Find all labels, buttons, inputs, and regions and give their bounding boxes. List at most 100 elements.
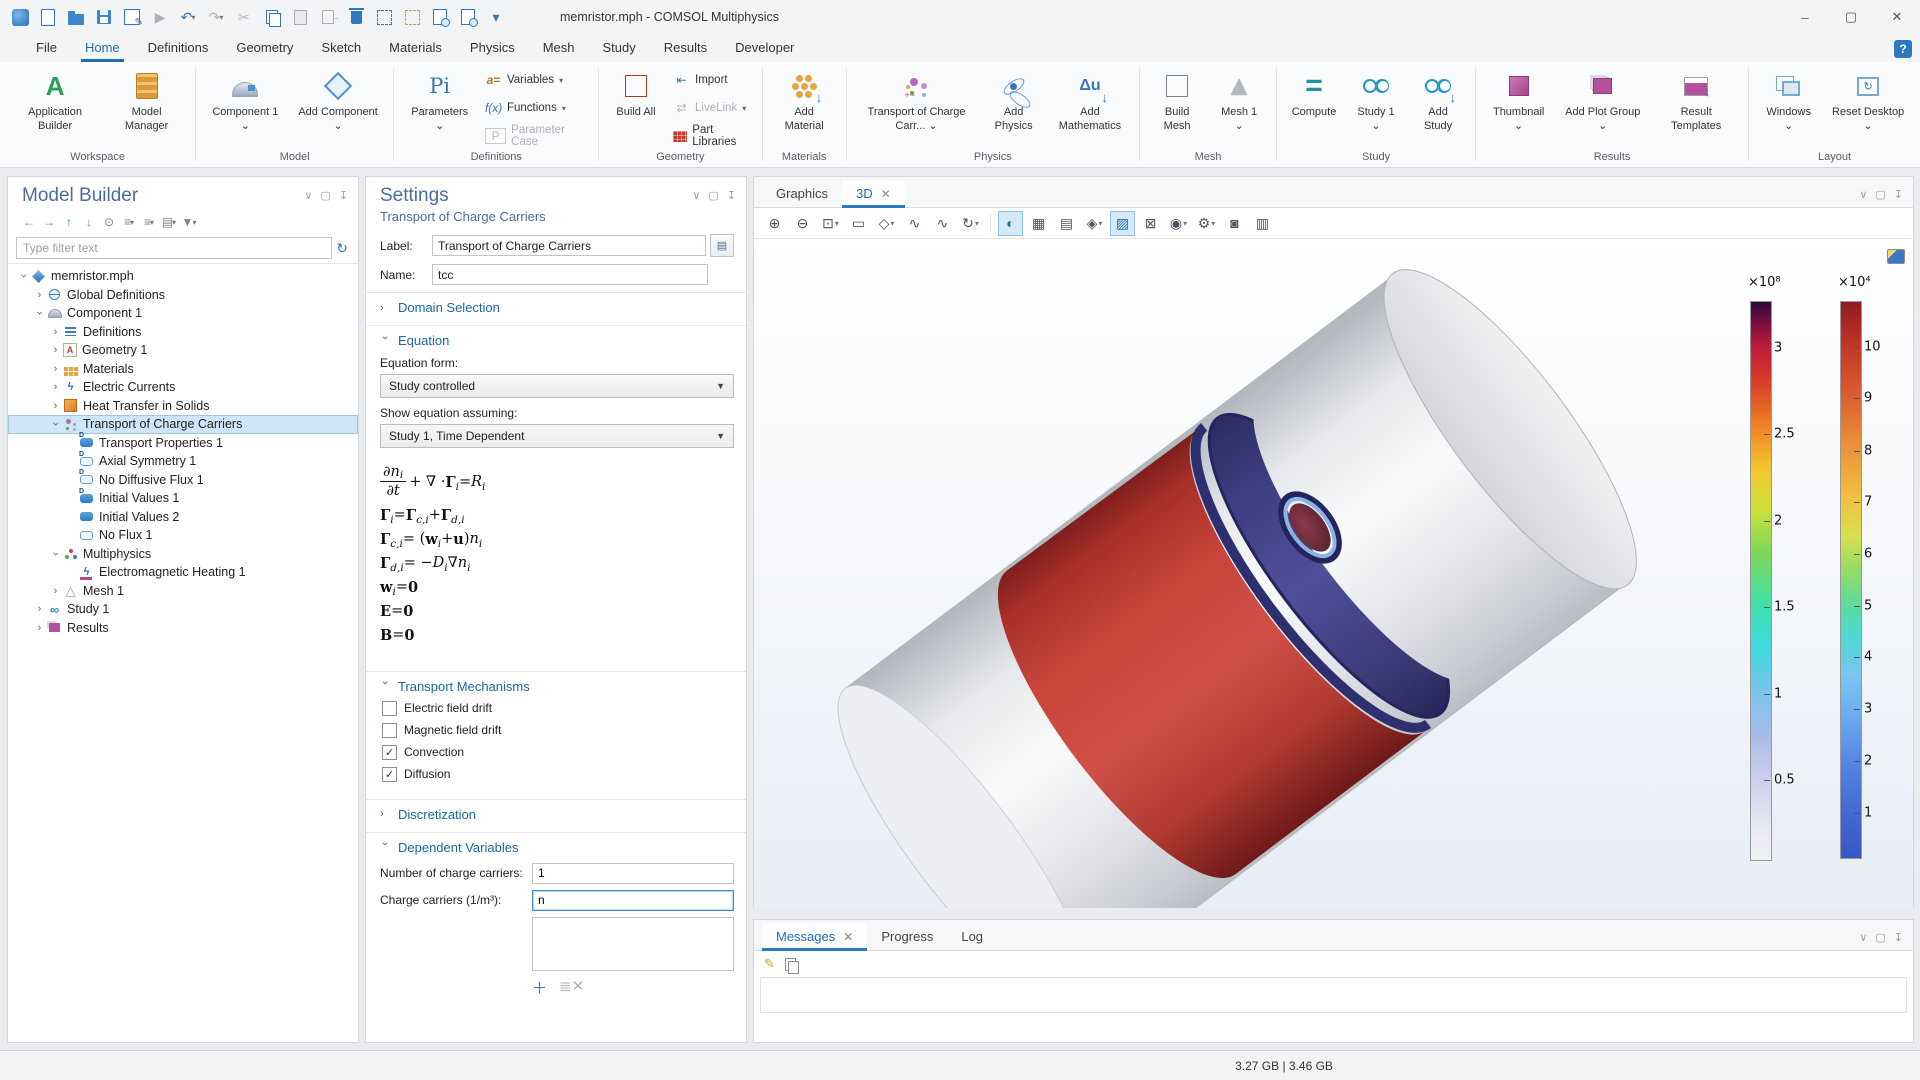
checkbox-magnetic-field-drift[interactable]: Magnetic field drift: [382, 723, 732, 738]
move-up-icon[interactable]: ↑: [60, 213, 78, 231]
part-libraries-button[interactable]: Part Libraries: [673, 126, 750, 146]
chevron-right-icon[interactable]: ›: [48, 381, 63, 393]
pin-panel-icon[interactable]: ↧: [339, 189, 348, 202]
chevron-right-icon[interactable]: ›: [48, 400, 63, 412]
tree-filter-input[interactable]: [16, 237, 332, 259]
parameters-button[interactable]: PiParameters ⌄: [400, 66, 479, 150]
model-tree-node-text-icon[interactable]: ▤▾: [160, 213, 178, 231]
result-templates-button[interactable]: Result Templates: [1650, 66, 1742, 150]
close-tab-icon[interactable]: ✕: [843, 930, 853, 944]
tree-item-electromagnetic-heating-1[interactable]: ϟElectromagnetic Heating 1: [8, 563, 358, 582]
tree-item-results[interactable]: ›Results: [8, 619, 358, 638]
tree-item-mesh-1[interactable]: ›△Mesh 1: [8, 582, 358, 601]
tab-mesh[interactable]: Mesh: [529, 35, 589, 62]
section-domain-selection[interactable]: ›Domain Selection: [366, 292, 746, 321]
variables-button[interactable]: a=Variables▾: [485, 70, 586, 90]
run-application-icon[interactable]: ▶: [148, 5, 172, 29]
add-component-button[interactable]: Add Component ⌄: [289, 66, 388, 150]
expand-all-icon[interactable]: ≡▾: [120, 213, 138, 231]
undo-icon[interactable]: ↶▾: [176, 5, 200, 29]
add-mathematics-button[interactable]: ΔuAdd Mathematics: [1047, 66, 1133, 150]
add-material-button[interactable]: Add Material: [769, 66, 840, 150]
rename-button[interactable]: ▤: [710, 234, 734, 257]
float-panel-icon[interactable]: ▢: [320, 189, 330, 202]
name-field[interactable]: [432, 264, 708, 285]
zoom-in-icon[interactable]: ⊕: [762, 211, 787, 236]
add-plot-group-button[interactable]: Add Plot Group ⌄: [1555, 66, 1650, 150]
messages-tab-messages[interactable]: Messages✕: [762, 923, 867, 950]
chevron-right-icon[interactable]: ›: [32, 603, 47, 615]
tree-item-electric-currents[interactable]: ›ϟElectric Currents: [8, 378, 358, 397]
tree-item-heat-transfer-in-solids[interactable]: ›Heat Transfer in Solids: [8, 397, 358, 416]
zoom-out-icon[interactable]: ⊖: [790, 211, 815, 236]
open-file-icon[interactable]: [64, 5, 88, 29]
show-icon[interactable]: ⊙: [100, 213, 118, 231]
import-button[interactable]: ⇤Import: [673, 70, 750, 90]
find-icon[interactable]: [428, 5, 452, 29]
study-button[interactable]: Study 1 ⌄: [1345, 66, 1407, 150]
tree-item-global-definitions[interactable]: ›Global Definitions: [8, 286, 358, 305]
save-icon[interactable]: [92, 5, 116, 29]
delete-icon[interactable]: [344, 5, 368, 29]
tab-file[interactable]: File: [22, 35, 71, 62]
duplicate-icon[interactable]: [316, 5, 340, 29]
copy-messages-icon[interactable]: [785, 958, 796, 971]
panel-menu-icon[interactable]: ∨: [1859, 188, 1867, 201]
new-file-icon[interactable]: [36, 5, 60, 29]
messages-tab-log[interactable]: Log: [947, 923, 997, 950]
tree-item-no-flux-1[interactable]: No Flux 1: [8, 526, 358, 545]
show-material-color-icon[interactable]: ▤: [1054, 211, 1079, 236]
windows-button[interactable]: Windows ⌄: [1755, 66, 1822, 150]
comsol-logo-icon[interactable]: [8, 5, 32, 29]
panel-menu-icon[interactable]: ∨: [1859, 931, 1867, 944]
panel-menu-icon[interactable]: ∨: [692, 189, 700, 202]
collapse-all-icon[interactable]: ≡▾: [140, 213, 158, 231]
back-icon[interactable]: ←: [20, 213, 38, 231]
checkbox-unchecked-icon[interactable]: [382, 723, 397, 738]
application-builder-button[interactable]: AApplication Builder: [6, 66, 104, 150]
show-grid-icon[interactable]: ▦: [1026, 211, 1051, 236]
clear-messages-icon[interactable]: ✎: [764, 956, 775, 972]
build-mesh-button[interactable]: Build Mesh: [1146, 66, 1208, 150]
refresh-icon[interactable]: ↻: [336, 240, 348, 257]
tree-item-transport-of-charge-carriers[interactable]: ›Transport of Charge Carriers: [8, 415, 358, 434]
tree-item-memristor-mph[interactable]: ›memristor.mph: [8, 267, 358, 286]
tab-results[interactable]: Results: [650, 35, 721, 62]
carriers-field[interactable]: [532, 890, 734, 911]
tab-home[interactable]: Home: [71, 35, 134, 62]
plot-second-dataset-icon[interactable]: ∿: [930, 211, 955, 236]
tree-item-multiphysics[interactable]: ›Multiphysics: [8, 545, 358, 564]
select-block-icon[interactable]: [372, 5, 396, 29]
checkbox-electric-field-drift[interactable]: Electric field drift: [382, 701, 732, 716]
tree-item-definitions[interactable]: ›Definitions: [8, 323, 358, 342]
tree-item-initial-values-2[interactable]: Initial Values 2: [8, 508, 358, 527]
plot-thumbnail-icon[interactable]: [1887, 249, 1905, 264]
graphics-tab-graphics[interactable]: Graphics: [762, 180, 842, 207]
hide-entities-icon[interactable]: ◉▾: [1166, 211, 1191, 236]
move-down-icon[interactable]: ↓: [80, 213, 98, 231]
pin-panel-icon[interactable]: ↧: [1894, 931, 1903, 944]
tab-study[interactable]: Study: [589, 35, 650, 62]
component-button[interactable]: Component 1 ⌄: [202, 66, 289, 150]
tree-item-component-1[interactable]: ›Component 1: [8, 304, 358, 323]
float-panel-icon[interactable]: ▢: [1875, 188, 1885, 201]
mesh-button[interactable]: ▲Mesh 1 ⌄: [1208, 66, 1270, 150]
minimize-button[interactable]: –: [1782, 0, 1828, 34]
tree-item-transport-properties-1[interactable]: Transport Properties 1: [8, 434, 358, 453]
view-options-icon[interactable]: ◈▾: [1082, 211, 1107, 236]
graphics-canvas[interactable]: ×10⁸32.521.510.5×10⁴10987654321: [754, 239, 1913, 908]
chevron-down-icon[interactable]: ›: [50, 417, 62, 432]
tree-item-no-diffusive-flux-1[interactable]: No Diffusive Flux 1: [8, 471, 358, 490]
chevron-down-icon[interactable]: ›: [18, 269, 30, 284]
carriers-list[interactable]: [532, 917, 734, 971]
zoom-box-icon[interactable]: ▭: [846, 211, 871, 236]
build-all-button[interactable]: Build All: [605, 66, 667, 150]
tab-definitions[interactable]: Definitions: [134, 35, 223, 62]
deselect-block-icon[interactable]: [400, 5, 424, 29]
screenshot-icon[interactable]: ◙: [1222, 211, 1247, 236]
chevron-right-icon[interactable]: ›: [48, 363, 63, 375]
chevron-right-icon[interactable]: ›: [48, 344, 63, 356]
close-tab-icon[interactable]: ✕: [881, 187, 891, 201]
float-panel-icon[interactable]: ▢: [1875, 931, 1885, 944]
print-icon[interactable]: ▥: [1250, 211, 1275, 236]
